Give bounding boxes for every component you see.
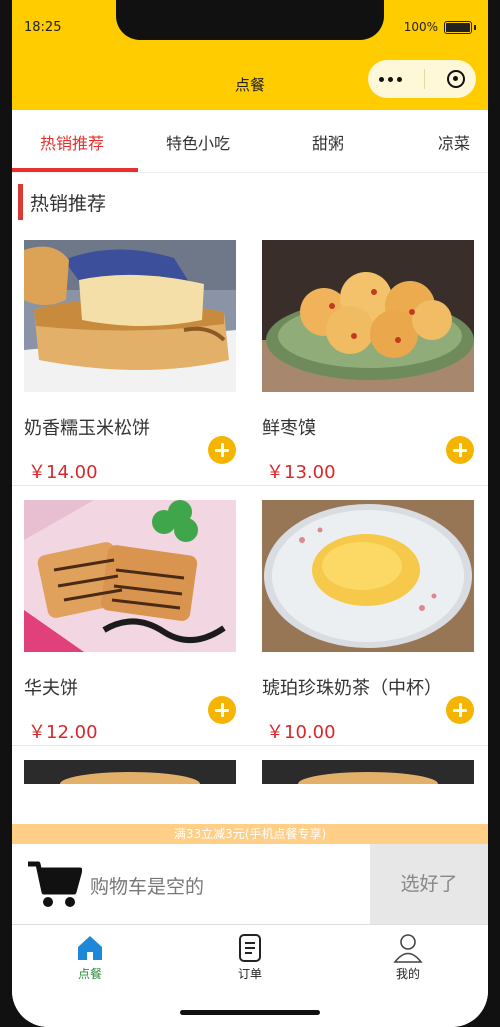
tab-active-indicator — [12, 168, 138, 172]
tabbar-item-order-food[interactable]: 点餐 — [50, 933, 130, 982]
app-screen: 18:25 100% 点餐 热销推荐 特色小吃 甜粥 凉菜 热销推荐 奶香糯玉米… — [12, 0, 488, 1027]
shopping-cart-icon[interactable] — [26, 858, 82, 910]
product-card[interactable] — [262, 760, 477, 784]
close-target-icon[interactable] — [447, 70, 465, 88]
product-card[interactable] — [24, 760, 239, 784]
add-to-cart-icon[interactable] — [446, 436, 474, 464]
tabbar-label: 我的 — [395, 967, 420, 981]
product-name: 鲜枣馍 — [262, 418, 316, 439]
tabbar-item-orders[interactable]: 订单 — [210, 933, 290, 982]
home-indicator — [180, 1010, 320, 1015]
section-header: 热销推荐 — [12, 178, 488, 220]
product-photo — [262, 500, 474, 652]
tab-hot[interactable]: 热销推荐 — [40, 130, 104, 154]
product-price: ￥14.00 — [28, 462, 98, 483]
product-photo — [262, 240, 474, 392]
cart-empty-text: 购物车是空的 — [90, 876, 205, 898]
cart-bar: 购物车是空的 选好了 — [12, 844, 488, 924]
status-bar: 18:25 100% — [12, 0, 488, 52]
tab-porridge[interactable]: 甜粥 — [312, 130, 344, 154]
tabbar-item-mine[interactable]: 我的 — [368, 933, 448, 982]
product-name: 奶香糯玉米松饼 — [24, 418, 150, 439]
battery-percent: 100% — [403, 20, 438, 34]
section-title: 热销推荐 — [30, 193, 107, 215]
battery-tip — [474, 24, 476, 30]
home-icon — [78, 936, 102, 960]
tab-cold-dishes[interactable]: 凉菜 — [438, 130, 470, 154]
miniprogram-capsule — [368, 60, 476, 98]
status-time: 18:25 — [24, 20, 62, 35]
product-price: ￥12.00 — [28, 722, 98, 743]
tab-snacks[interactable]: 特色小吃 — [166, 130, 230, 154]
product-name: 华夫饼 — [24, 678, 78, 699]
user-icon — [393, 934, 423, 963]
add-to-cart-icon[interactable] — [446, 696, 474, 724]
more-icon[interactable] — [379, 76, 402, 82]
phone-frame: 18:25 100% 点餐 热销推荐 特色小吃 甜粥 凉菜 热销推荐 奶香糯玉米… — [0, 0, 500, 1027]
battery-icon — [444, 20, 472, 34]
order-icon — [239, 934, 261, 962]
section-accent-bar — [18, 184, 23, 220]
product-photo — [24, 760, 236, 784]
add-to-cart-icon[interactable] — [208, 436, 236, 464]
battery-status: 100% — [404, 20, 476, 34]
row-divider — [12, 485, 488, 486]
add-to-cart-icon[interactable] — [208, 696, 236, 724]
row-divider — [12, 745, 488, 746]
capsule-divider — [424, 69, 425, 89]
category-tabs: 热销推荐 特色小吃 甜粥 凉菜 — [12, 110, 488, 173]
promo-banner: 满33立减3元(手机点餐专享) — [12, 824, 488, 844]
checkout-button[interactable]: 选好了 — [370, 844, 488, 924]
product-price: ￥13.00 — [266, 462, 336, 483]
product-photo — [24, 240, 236, 392]
product-price: ￥10.00 — [266, 722, 336, 743]
notch — [116, 0, 384, 40]
product-photo — [24, 500, 236, 652]
tabbar-label: 订单 — [237, 967, 262, 981]
product-name: 琥珀珍珠奶茶（中杯） — [262, 678, 442, 699]
tabbar-label: 点餐 — [77, 967, 102, 981]
product-photo — [262, 760, 474, 784]
navbar: 点餐 — [12, 52, 488, 110]
